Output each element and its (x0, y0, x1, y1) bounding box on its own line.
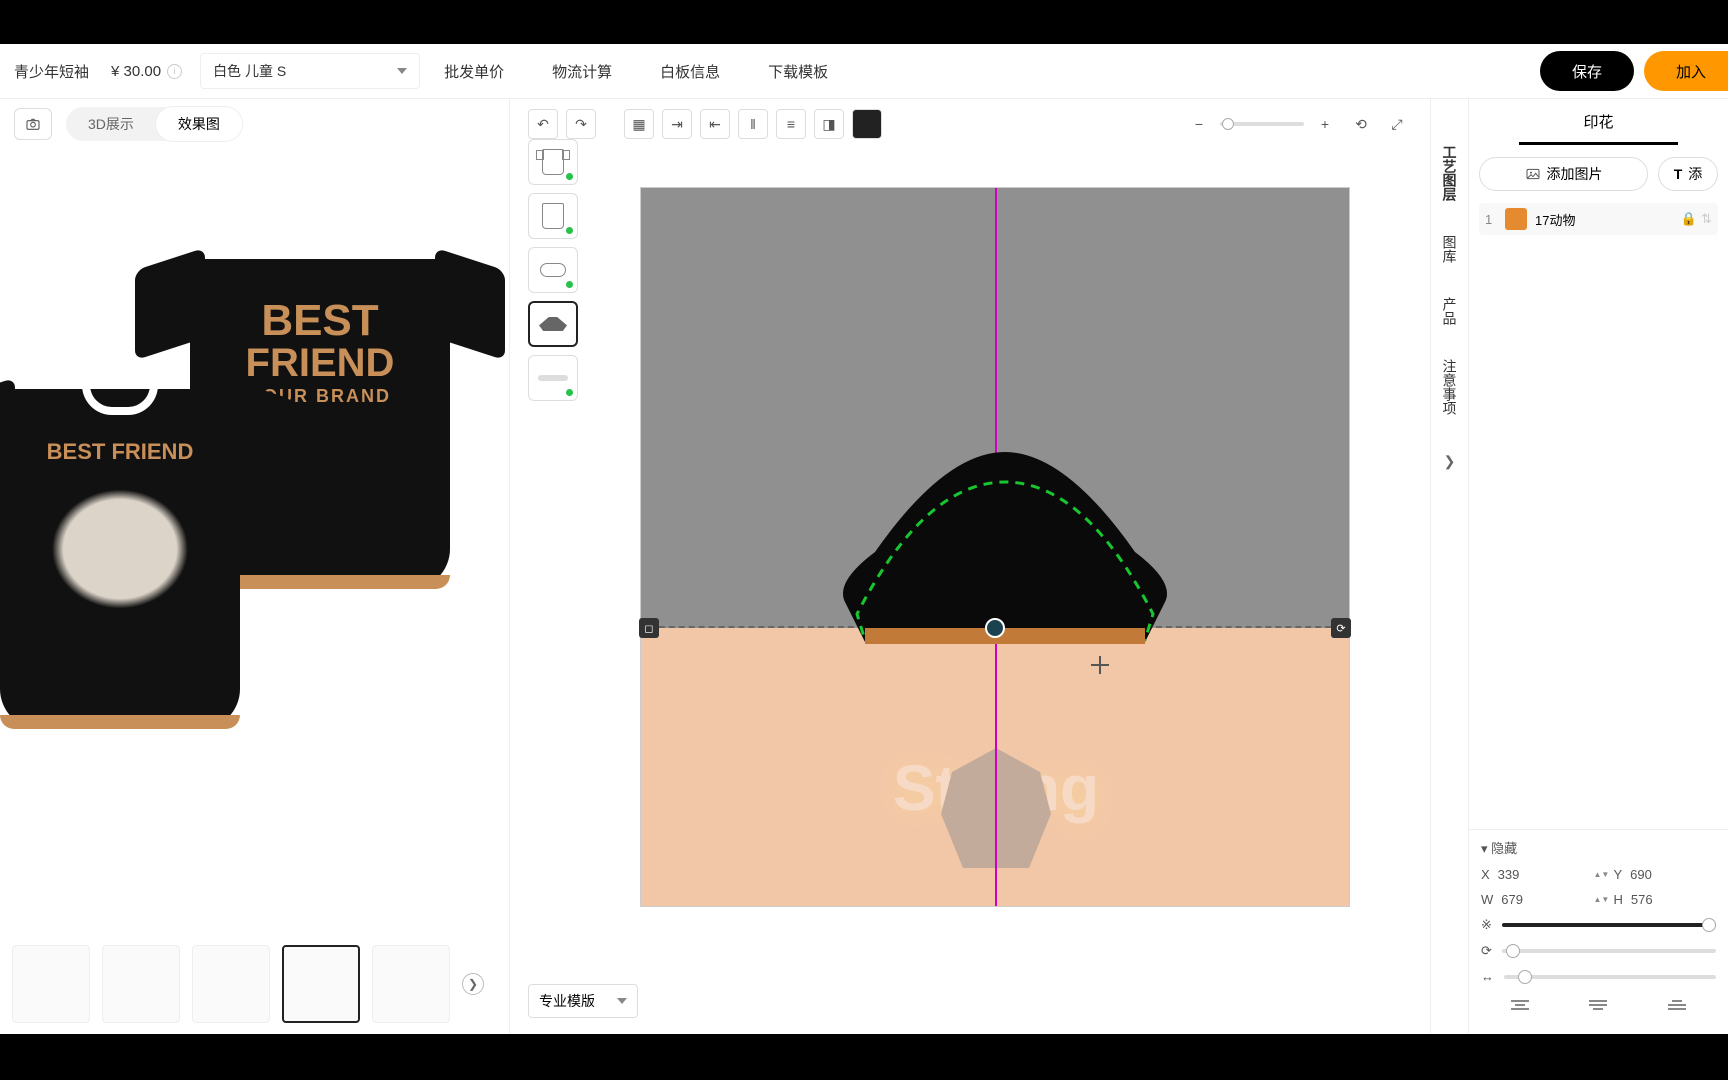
chevron-down-icon (617, 998, 627, 1004)
mockup-preview: BEST FRIEND YOUR BRAND BEST FRIEND (0, 149, 509, 934)
thumb-4[interactable] (282, 945, 360, 1023)
handle-left[interactable]: ◻ (639, 618, 659, 638)
collapse-toggle[interactable]: ▾ 隐藏 (1481, 838, 1716, 857)
align-3[interactable] (1663, 1000, 1691, 1022)
thumb-next-button[interactable]: ❯ (462, 973, 484, 995)
template-mode-select[interactable]: 专业模版 (528, 984, 638, 1018)
tab-3d[interactable]: 3D展示 (66, 107, 156, 141)
input-h[interactable] (1631, 892, 1691, 907)
chevron-down-icon (397, 68, 407, 74)
lock-icon[interactable]: 🔒 (1681, 211, 1697, 227)
info-icon[interactable]: i (167, 64, 182, 79)
save-button[interactable]: 保存 (1540, 51, 1634, 91)
preview-panel: 3D展示 效果图 BEST FRIEND YOUR BRAND BEST FRI… (0, 99, 510, 1034)
align-tool-1[interactable]: ⇥ (662, 109, 692, 139)
align-tool-2[interactable]: ⇤ (700, 109, 730, 139)
part-collar[interactable] (528, 247, 578, 293)
input-y[interactable] (1630, 867, 1690, 882)
editor-panel: ↶ ↷ ▦ ⇥ ⇤ ‖ ≡ ◨ − + ⟲ ⤢ (510, 99, 1430, 1034)
rotate-slider[interactable] (1502, 949, 1716, 953)
design-canvas[interactable]: Strong ◻ ⟳ (640, 187, 1350, 907)
rail-notes[interactable]: 注意事项 (1438, 353, 1462, 421)
link-blank-info[interactable]: 白板信息 (636, 61, 744, 82)
rail-gallery[interactable]: 图库 (1438, 229, 1462, 269)
side-rail: 工艺图层 图库 产品 注意事项 ❯ (1430, 99, 1468, 1034)
layer-name: 17动物 (1535, 210, 1575, 229)
variant-label: 白色 儿童 S (213, 61, 286, 81)
back-text-1: BEST (190, 299, 450, 343)
camera-icon (25, 116, 41, 132)
part-hem[interactable] (528, 355, 578, 401)
zoom-slider[interactable] (1220, 122, 1304, 126)
layer-row[interactable]: 1 17动物 🔒 ⇅ (1479, 203, 1718, 235)
opacity-slider[interactable] (1502, 923, 1716, 927)
undo-button[interactable]: ↶ (528, 109, 558, 139)
refresh-button[interactable]: ⟲ (1346, 109, 1376, 139)
price-value: ¥ 30.00 (111, 63, 161, 80)
rail-layers[interactable]: 工艺图层 (1438, 139, 1462, 207)
layer-thumb (1505, 208, 1527, 230)
x-stepper[interactable]: ▲▼ (1594, 872, 1604, 878)
top-bar: 青少年短袖 ¥ 30.00 i 白色 儿童 S 批发单价 物流计算 白板信息 下… (0, 44, 1728, 99)
view-toggle: 3D展示 效果图 (66, 107, 242, 141)
distribute-v[interactable]: ≡ (776, 109, 806, 139)
variant-select[interactable]: 白色 儿童 S (200, 53, 420, 89)
part-front[interactable] (528, 139, 578, 185)
center-handle[interactable] (985, 618, 1005, 638)
part-selector (528, 139, 578, 401)
link-download-template[interactable]: 下载模板 (744, 61, 852, 82)
grid-button[interactable]: ▦ (624, 109, 654, 139)
thumbnail-strip: ❯ (0, 934, 509, 1034)
part-back[interactable] (528, 193, 578, 239)
editor-toolbar: ↶ ↷ ▦ ⇥ ⇤ ‖ ≡ ◨ − + ⟲ ⤢ (528, 107, 1412, 141)
scale-slider[interactable] (1504, 975, 1716, 979)
scale-icon: ↔ (1481, 969, 1494, 984)
layer-tool[interactable]: ◨ (814, 109, 844, 139)
visibility-icon[interactable]: ⇅ (1701, 211, 1712, 227)
move-cursor-icon (1091, 656, 1109, 674)
back-text-2: FRIEND (190, 343, 450, 383)
link-shipping[interactable]: 物流计算 (528, 61, 636, 82)
camera-button[interactable] (14, 108, 52, 140)
opacity-icon: ※ (1481, 917, 1492, 933)
add-text-button[interactable]: T 添 (1658, 157, 1718, 191)
rail-expand-button[interactable]: ❯ (1444, 453, 1456, 470)
zoom-in-button[interactable]: + (1310, 109, 1340, 139)
part-sleeve[interactable] (528, 301, 578, 347)
transform-properties: ▾ 隐藏 X ▲▼ Y W ▲▼ H ※ ⟳ ↔ (1469, 829, 1728, 1034)
w-stepper[interactable]: ▲▼ (1594, 897, 1604, 903)
thumb-2[interactable] (102, 945, 180, 1023)
input-x[interactable] (1498, 867, 1558, 882)
panel-tab-print[interactable]: 印花 (1519, 105, 1678, 145)
thumb-3[interactable] (192, 945, 270, 1023)
add-to-cart-button[interactable]: 加入 (1644, 51, 1728, 91)
product-price: ¥ 30.00 i (103, 63, 190, 80)
tshirt-front: BEST FRIEND (0, 389, 240, 729)
image-icon (1525, 166, 1541, 182)
product-name: 青少年短袖 (0, 61, 103, 82)
layer-index: 1 (1485, 212, 1497, 227)
redo-button[interactable]: ↷ (566, 109, 596, 139)
input-w[interactable] (1501, 892, 1561, 907)
handle-right[interactable]: ⟳ (1331, 618, 1351, 638)
align-1[interactable] (1506, 1000, 1534, 1022)
tab-render[interactable]: 效果图 (156, 107, 242, 141)
rotate-icon: ⟳ (1481, 943, 1492, 959)
properties-panel: 印花 添加图片 T 添 1 17动物 🔒 ⇅ (1468, 99, 1728, 1034)
add-image-button[interactable]: 添加图片 (1479, 157, 1648, 191)
rail-product[interactable]: 产品 (1438, 291, 1462, 331)
mode-label: 专业模版 (539, 991, 595, 1011)
fill-tool[interactable] (852, 109, 882, 139)
sleeve-pattern[interactable] (825, 442, 1185, 658)
zoom-out-button[interactable]: − (1184, 109, 1214, 139)
front-graphic (40, 479, 200, 619)
link-bulk-price[interactable]: 批发单价 (420, 61, 528, 82)
front-text: BEST FRIEND (0, 439, 240, 465)
thumb-5[interactable] (372, 945, 450, 1023)
distribute-h[interactable]: ‖ (738, 109, 768, 139)
align-buttons (1481, 994, 1716, 1022)
align-2[interactable] (1584, 1000, 1612, 1022)
fit-button[interactable]: ⤢ (1382, 109, 1412, 139)
thumb-1[interactable] (12, 945, 90, 1023)
